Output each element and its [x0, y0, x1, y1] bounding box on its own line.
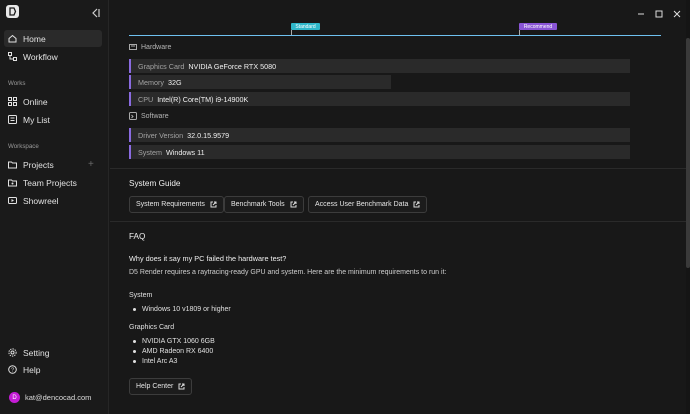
home-icon — [8, 34, 17, 43]
hardware-row-cpu: CPU Intel(R) Core(TM) i9-14900K — [129, 92, 630, 106]
button-label: Benchmark Tools — [231, 201, 285, 208]
benchmark-tools-button[interactable]: Benchmark Tools — [224, 196, 304, 213]
faq-title: FAQ — [129, 232, 146, 241]
list-item: AMD Radeon RX 6400 — [133, 348, 213, 355]
faq-answer: D5 Render requires a raytracing-ready GP… — [129, 269, 447, 276]
list-item: NVIDIA GTX 1060 6GB — [133, 338, 215, 345]
gear-icon — [8, 348, 17, 357]
help-center-button[interactable]: Help Center — [129, 378, 193, 395]
external-link-icon — [178, 383, 185, 390]
section-label-works: Works — [8, 80, 26, 87]
section-label-workspace: Workspace — [8, 143, 39, 150]
sidebar-item-label: Showreel — [23, 195, 59, 206]
film-icon — [8, 196, 17, 205]
external-link-icon — [210, 201, 217, 208]
app-logo — [6, 5, 19, 18]
sidebar-item-label: Home — [23, 33, 46, 44]
button-label: System Requirements — [136, 201, 205, 208]
divider — [110, 221, 686, 222]
folder-icon — [8, 160, 17, 169]
scrollbar[interactable] — [686, 0, 690, 414]
list-item: Windows 10 v1809 or higher — [133, 306, 231, 313]
minimize-icon[interactable] — [636, 6, 646, 16]
grid-icon — [8, 97, 17, 106]
standard-marker: Standard — [291, 23, 320, 30]
sidebar: Home Workflow Works Online My List Works… — [0, 0, 109, 414]
row-value: 32G — [167, 77, 182, 87]
row-value: NVIDIA GeForce RTX 5080 — [188, 61, 277, 71]
button-label: Help Center — [136, 383, 174, 390]
row-key: System — [138, 147, 162, 157]
list-item: Intel Arc A3 — [133, 358, 177, 365]
sidebar-item-help[interactable]: ? Help — [4, 361, 102, 378]
software-row-system: System Windows 11 — [129, 145, 630, 159]
button-label: Access User Benchmark Data — [315, 201, 409, 208]
list-icon — [8, 115, 17, 124]
row-key: Graphics Card — [138, 61, 185, 71]
row-key: Driver Version — [138, 130, 184, 140]
hardware-row-graphics-card: Graphics Card NVIDIA GeForce RTX 5080 — [129, 59, 630, 73]
sidebar-item-label: My List — [23, 114, 50, 125]
row-key: CPU — [138, 94, 154, 104]
hardware-row-memory: Memory 32G — [129, 75, 391, 89]
software-row-driver-version: Driver Version 32.0.15.9579 — [129, 128, 630, 142]
system-requirements-button[interactable]: System Requirements — [129, 196, 224, 213]
row-value: Intel(R) Core(TM) i9-14900K — [157, 94, 249, 104]
row-value: 32.0.15.9579 — [187, 130, 230, 140]
svg-text:?: ? — [11, 368, 14, 374]
recommend-marker: Recommend — [519, 23, 557, 30]
sidebar-item-showreel[interactable]: Showreel — [4, 192, 102, 209]
sidebar-item-online[interactable]: Online — [4, 93, 102, 110]
row-key: Memory — [138, 77, 164, 87]
sidebar-item-workflow[interactable]: Workflow — [4, 48, 102, 65]
sidebar-item-my-list[interactable]: My List — [4, 111, 102, 128]
hardware-title: Hardware — [141, 43, 172, 51]
sidebar-item-label: Team Projects — [23, 177, 77, 188]
help-icon: ? — [8, 365, 17, 374]
workflow-icon — [8, 52, 17, 61]
app-window: Home Workflow Works Online My List Works… — [0, 0, 690, 414]
maximize-icon[interactable] — [654, 6, 664, 18]
software-icon — [129, 112, 137, 120]
scrollbar-thumb[interactable] — [686, 38, 690, 268]
hardware-heading: Hardware — [129, 43, 171, 51]
sidebar-item-setting[interactable]: Setting — [4, 344, 102, 361]
faq-system-label: System — [129, 292, 153, 299]
sidebar-item-projects[interactable]: Projects — [4, 156, 84, 173]
faq-graphics-card-label: Graphics Card — [129, 324, 175, 331]
row-value: Windows 11 — [165, 147, 205, 157]
external-link-icon — [290, 201, 297, 208]
software-title: Software — [141, 112, 169, 120]
avatar[interactable]: D — [9, 392, 20, 403]
user-email[interactable]: kat@dencocad.com — [25, 393, 91, 402]
external-link-icon — [413, 201, 420, 208]
sidebar-item-label: Projects — [23, 159, 54, 170]
benchmark-scale-line — [129, 35, 661, 36]
software-heading: Software — [129, 112, 169, 120]
sidebar-item-label: Online — [23, 96, 48, 107]
sidebar-item-team-projects[interactable]: Team Projects — [4, 174, 102, 191]
add-project-icon[interactable]: + — [88, 159, 94, 170]
sidebar-item-label: Setting — [23, 347, 50, 358]
sidebar-item-label: Workflow — [23, 51, 58, 62]
sidebar-item-label: Help — [23, 364, 41, 375]
divider — [110, 168, 686, 169]
access-user-benchmark-data-button[interactable]: Access User Benchmark Data — [308, 196, 428, 213]
system-guide-title: System Guide — [129, 179, 181, 188]
sidebar-item-home[interactable]: Home — [4, 30, 102, 47]
team-icon — [8, 178, 17, 187]
collapse-sidebar-icon[interactable] — [89, 6, 101, 18]
faq-question: Why does it say my PC failed the hardwar… — [129, 254, 287, 263]
close-icon[interactable] — [672, 6, 682, 18]
hardware-icon — [129, 43, 137, 51]
